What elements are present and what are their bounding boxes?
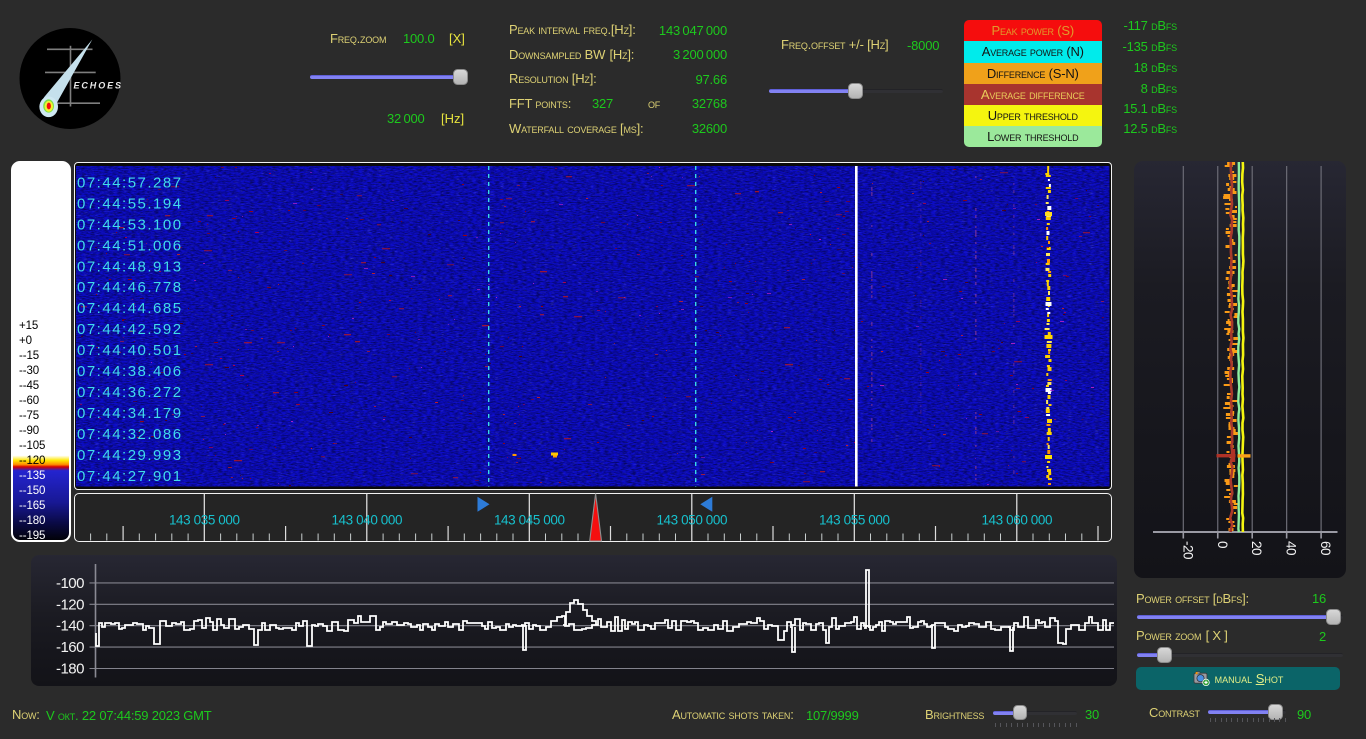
svg-text:-20: -20 <box>1180 541 1195 559</box>
svg-text:40: 40 <box>1284 541 1299 555</box>
svg-text:0: 0 <box>1215 541 1230 548</box>
svg-text:60: 60 <box>1318 541 1333 555</box>
svg-text:20: 20 <box>1249 541 1264 555</box>
